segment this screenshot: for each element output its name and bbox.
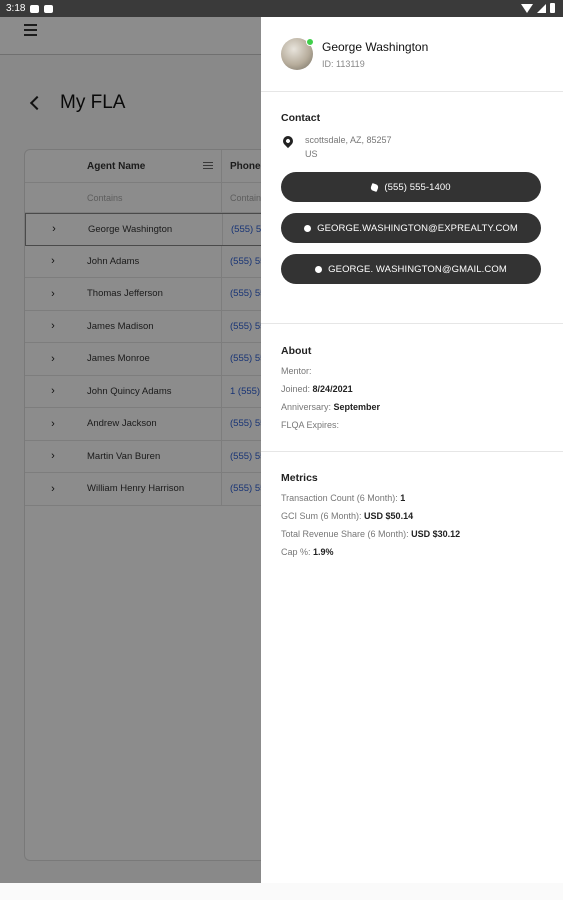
joined-field: Joined: 8/24/2021 — [281, 384, 353, 394]
mentor-field: Mentor: — [281, 366, 312, 376]
agent-detail-drawer: George Washington ID: 113119 Contact sco… — [261, 17, 563, 883]
anniversary-field: Anniversary: September — [281, 402, 381, 412]
location-pin-icon — [280, 133, 296, 149]
phone-icon — [370, 182, 380, 192]
agent-name: George Washington — [322, 39, 429, 54]
flqa-expires-field: FLQA Expires: — [281, 420, 340, 430]
contact-title: Contact — [281, 112, 321, 124]
app-notification-icon — [44, 4, 54, 13]
metrics-section: Metrics Transaction Count (6 Month): 1 G… — [261, 452, 563, 557]
agent-profile: George Washington ID: 113119 — [261, 17, 563, 92]
agent-id: ID: 113119 — [322, 58, 365, 69]
call-phone-button[interactable]: (555) 555-1400 — [281, 172, 541, 202]
email-personal-button[interactable]: GEORGE. WASHINGTON@GMAIL.COM — [281, 254, 541, 284]
address-line-1: scottsdale, AZ, 85257 — [305, 135, 392, 145]
about-section: About Mentor: Joined: 8/24/2021 Annivers… — [261, 324, 563, 452]
metrics-title: Metrics — [281, 472, 318, 484]
wifi-icon — [521, 3, 533, 13]
status-time: 3:18 — [6, 3, 26, 14]
globe-icon — [315, 265, 323, 273]
status-bar: 3:18 — [0, 0, 563, 17]
avatar — [281, 38, 314, 70]
battery-icon — [550, 3, 555, 13]
message-notification-icon — [30, 4, 40, 13]
about-title: About — [281, 345, 312, 357]
status-icons — [521, 3, 555, 13]
cap-percent-field: Cap %: 1.9% — [281, 547, 334, 557]
online-status-icon — [306, 38, 314, 46]
signal-icon — [537, 3, 546, 13]
gci-sum-field: GCI Sum (6 Month): USD $50.14 — [281, 511, 414, 521]
address: scottsdale, AZ, 85257 US — [280, 133, 543, 161]
transaction-count-field: Transaction Count (6 Month): 1 — [281, 493, 406, 503]
contact-section: Contact scottsdale, AZ, 85257 US (555) 5… — [261, 92, 563, 324]
globe-icon — [304, 224, 312, 232]
email-work-button[interactable]: GEORGE.WASHINGTON@EXPREALTY.COM — [281, 213, 541, 243]
revenue-share-field: Total Revenue Share (6 Month): USD $30.1… — [281, 529, 461, 539]
screen: 3:18 My FLA Agent Name Phone Contains Co… — [0, 0, 563, 900]
address-line-2: US — [305, 149, 318, 159]
